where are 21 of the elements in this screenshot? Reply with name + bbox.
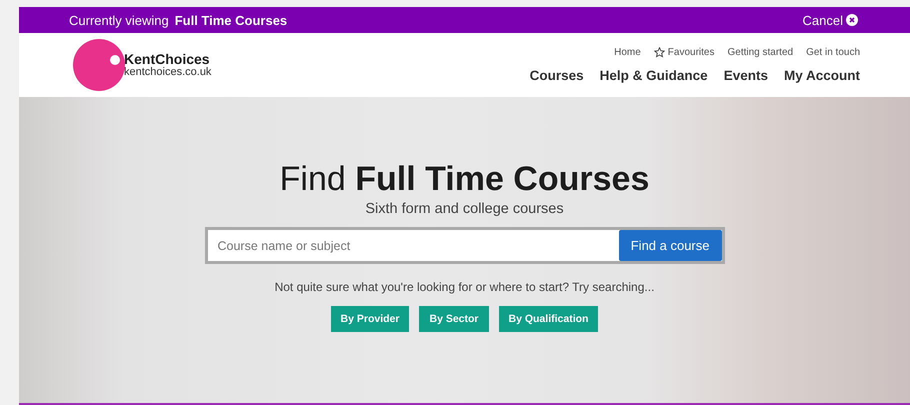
viewing-label: Currently viewing	[69, 12, 169, 28]
hero-title: Find Full Time Courses	[280, 160, 650, 198]
logo-icon	[73, 39, 125, 91]
nav-link[interactable]: Help & Guidance	[600, 68, 708, 83]
hint-text: Not quite sure what you're looking for or where to start? Try searching...	[274, 280, 654, 294]
search-field[interactable]: Course name or subject Find a course	[204, 227, 724, 264]
top-link[interactable]: Getting started	[727, 47, 794, 58]
find-course-button[interactable]: Find a course	[618, 230, 722, 261]
top-link[interactable]: Home	[614, 47, 641, 58]
logo-url: kentchoices.co.uk	[124, 66, 212, 78]
viewing-value: Full Time Courses	[174, 12, 288, 28]
cancel-button[interactable]: Cancel	[802, 12, 858, 28]
close-icon	[846, 14, 858, 26]
nav-link[interactable]: Events	[724, 68, 768, 83]
nav-link[interactable]: Courses	[530, 68, 584, 83]
star-icon	[654, 47, 665, 58]
logo-name: KentChoices	[124, 52, 211, 66]
top-link[interactable]: Favourites	[654, 47, 714, 58]
nav-link[interactable]: My Account	[784, 68, 860, 83]
top-link[interactable]: Get in touch	[806, 47, 860, 58]
hero-subtitle: Sixth form and college courses	[365, 201, 564, 217]
